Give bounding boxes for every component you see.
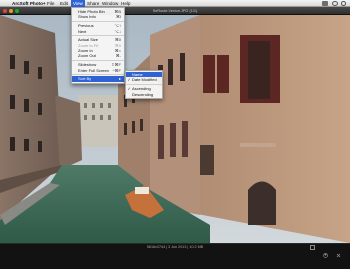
menu-separator [126,83,162,85]
sort-item-descending[interactable]: Descending [126,92,162,97]
menu-separator [72,74,124,76]
fullscreen-icon[interactable] [310,244,315,250]
menu-share[interactable]: Share [85,0,101,7]
menu-item-enter-full-screen[interactable]: Enter Full Screen ^⌘F [72,68,124,73]
menu-window[interactable]: Window [100,0,120,7]
menu-separator [72,35,124,37]
bottom-bar: 5616x3744 | 3 Jun 2013 | 10.2 MB [0,243,350,269]
menu-item-show-info[interactable]: Show Info ⌘I [72,14,124,19]
menu-separator [72,60,124,62]
status-menu-icon[interactable] [322,1,328,6]
venice-canal-photo [0,15,350,243]
submenu-arrow-icon: ▸ [118,76,121,82]
photo-canvas[interactable] [0,15,350,243]
sort-item-date-modified[interactable]: ✓ Date Modified [126,77,162,82]
view-menu: Hide Photo Bin ⌘B Show Info ⌘I Previous … [71,7,125,84]
menu-separator [72,20,124,22]
menu-bar: ArcSoft Photo+ File Edit View Share Wind… [0,0,350,7]
photo-info: 5616x3744 | 3 Jun 2013 | 10.2 MB [146,245,204,249]
menu-edit[interactable]: Edit [58,0,70,7]
menu-item-zoom-out[interactable]: Zoom Out ⌘- [72,53,124,58]
checkmark-icon: ✓ [127,77,131,83]
share-icon[interactable] [323,245,328,258]
close-icon[interactable] [336,245,341,257]
menu-help[interactable]: Help [119,0,132,7]
menu-view[interactable]: View [71,0,85,7]
menu-file[interactable]: File [45,0,56,7]
window-title: SeRoute.Venice.JPG (1/1) [152,9,198,13]
menu-item-next[interactable]: Next ⌥↓ [72,29,124,34]
window-title-bar: SeRoute.Venice.JPG (1/1) [0,7,350,15]
clock-icon[interactable] [332,1,338,6]
app-menu[interactable]: ArcSoft Photo+ [10,0,48,7]
menu-item-sort-by[interactable]: Sort By ▸ [72,76,124,82]
spotlight-icon[interactable] [341,1,346,6]
sort-by-submenu: Name ✓ Date Modified ✓ Ascending Descend… [125,70,163,99]
